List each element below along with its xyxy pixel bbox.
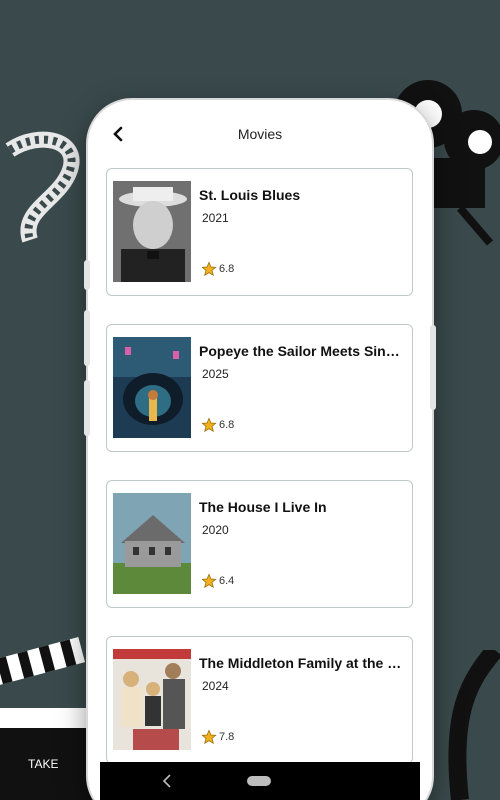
rating-value: 6.8 bbox=[219, 263, 235, 275]
star-icon bbox=[201, 573, 217, 589]
movie-poster bbox=[113, 181, 191, 282]
star-icon bbox=[201, 417, 217, 433]
movie-poster bbox=[113, 493, 191, 594]
movie-title: Popeye the Sailor Meets Sindbad the Sail… bbox=[199, 343, 404, 359]
nav-home-pill[interactable] bbox=[247, 776, 271, 786]
clapperboard-icon: TAKE bbox=[0, 637, 95, 800]
movie-rating: 6.8 bbox=[201, 261, 234, 277]
movie-title: The Middleton Family at the New York Wor… bbox=[199, 655, 404, 671]
rating-value: 6.4 bbox=[219, 575, 235, 587]
rating-value: 6.8 bbox=[219, 419, 235, 431]
system-nav-bar bbox=[100, 762, 420, 800]
phone-side-button bbox=[84, 380, 90, 436]
app-screen: Movies St. Louis Blues 2021 6.8 Popeye t… bbox=[100, 112, 420, 762]
movie-poster bbox=[113, 649, 191, 750]
phone-side-button bbox=[430, 325, 436, 410]
movie-card[interactable]: St. Louis Blues 2021 6.8 bbox=[106, 168, 413, 296]
star-icon bbox=[201, 729, 217, 745]
movie-card[interactable]: The Middleton Family at the New York Wor… bbox=[106, 636, 413, 762]
movie-title: St. Louis Blues bbox=[199, 187, 301, 203]
movie-rating: 6.4 bbox=[201, 573, 234, 589]
movie-rating: 7.8 bbox=[201, 729, 234, 745]
movie-card[interactable]: Popeye the Sailor Meets Sindbad the Sail… bbox=[106, 324, 413, 452]
movie-poster bbox=[113, 337, 191, 438]
movie-rating: 6.8 bbox=[201, 417, 234, 433]
rating-value: 7.8 bbox=[219, 731, 235, 743]
movie-title: The House I Live In bbox=[199, 499, 327, 515]
movie-year: 2025 bbox=[202, 367, 229, 381]
star-icon bbox=[201, 261, 217, 277]
movie-card[interactable]: The House I Live In 2020 6.4 bbox=[106, 480, 413, 608]
page-title: Movies bbox=[237, 126, 283, 142]
film-strip-icon bbox=[448, 650, 500, 800]
phone-side-button bbox=[84, 260, 90, 290]
movie-year: 2020 bbox=[202, 523, 229, 537]
movie-year: 2021 bbox=[202, 211, 229, 225]
svg-text:TAKE: TAKE bbox=[28, 757, 58, 771]
phone-side-button bbox=[84, 310, 90, 366]
movie-year: 2024 bbox=[202, 679, 229, 693]
nav-back-icon[interactable] bbox=[160, 772, 174, 790]
app-bar: Movies bbox=[100, 112, 420, 156]
